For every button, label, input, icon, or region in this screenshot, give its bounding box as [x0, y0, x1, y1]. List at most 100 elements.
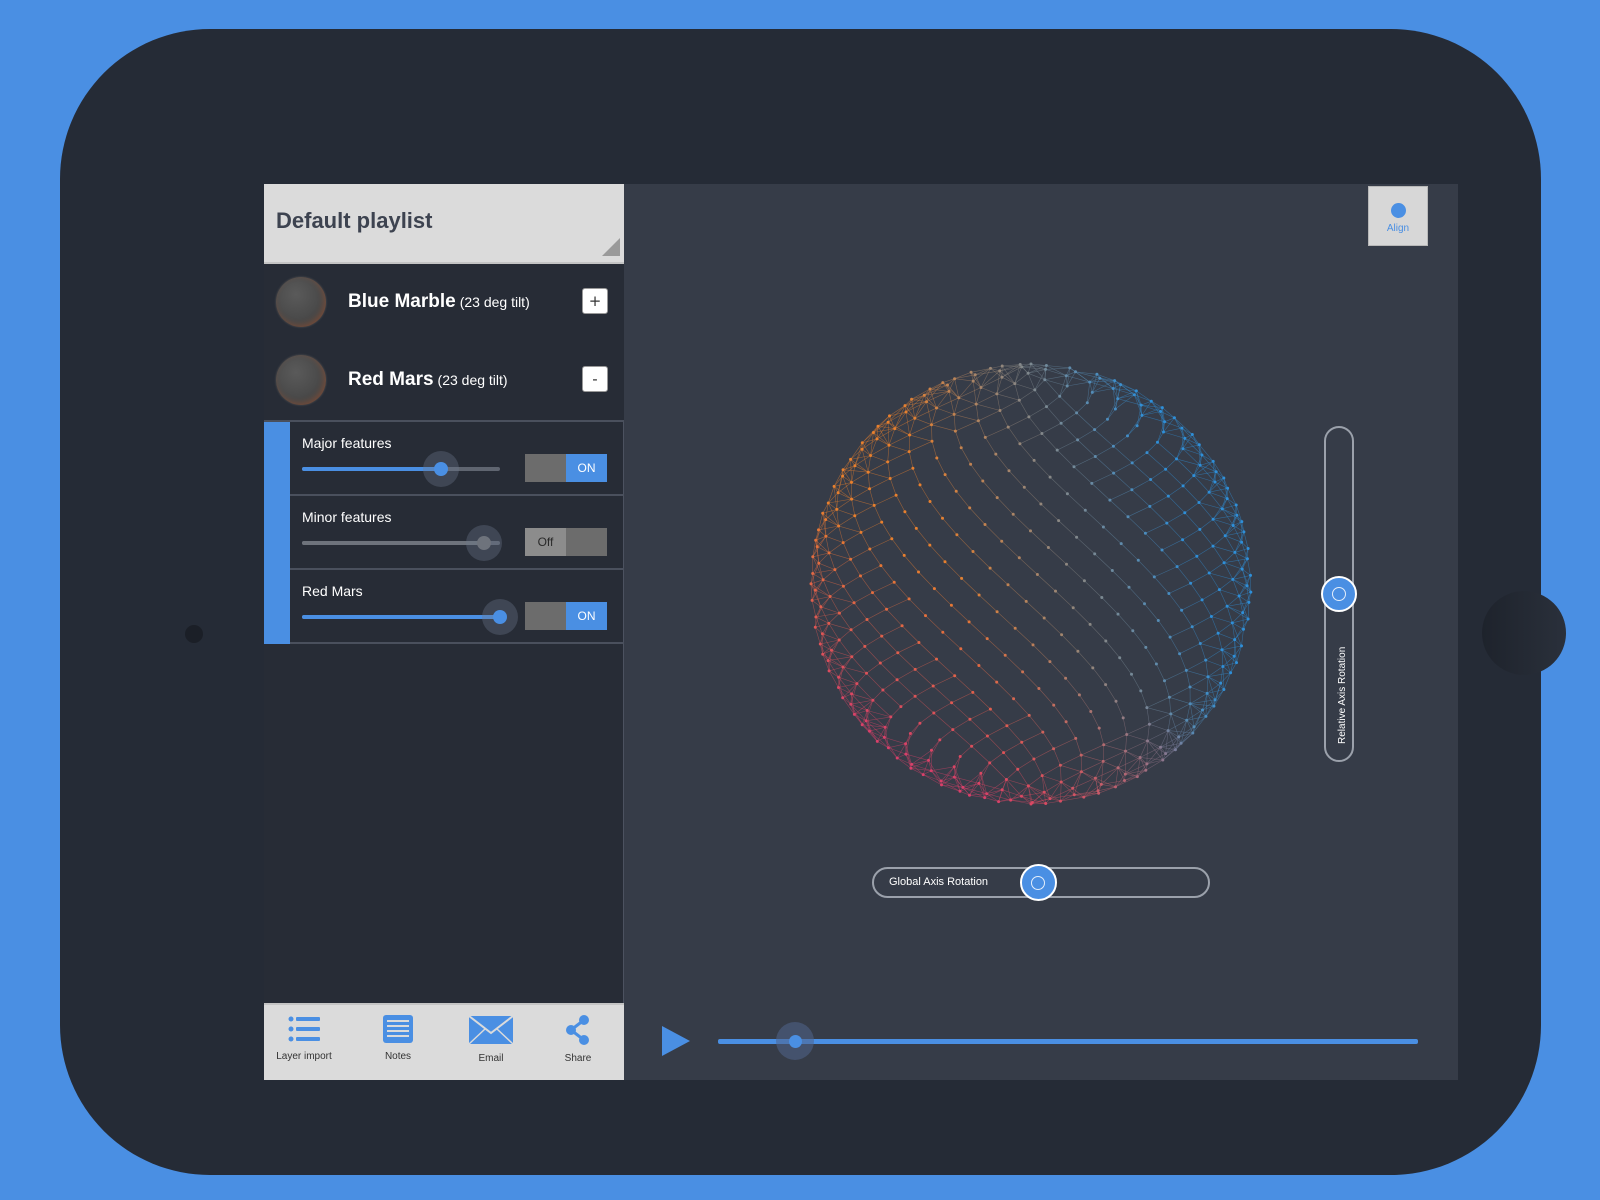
- toggle-on-segment[interactable]: [566, 528, 607, 556]
- slider-knob[interactable]: [433, 462, 448, 476]
- mesh-vertex: [852, 601, 856, 605]
- toggle-on-label[interactable]: ON: [566, 602, 607, 630]
- mesh-vertex: [941, 516, 944, 520]
- layer-import-button[interactable]: Layer import: [264, 1015, 344, 1062]
- relative-axis-knob[interactable]: [1321, 576, 1357, 612]
- mesh-vertex: [1249, 573, 1252, 577]
- mesh-vertex: [995, 680, 999, 684]
- mesh-edge: [914, 685, 934, 697]
- toolbar-label: Layer import: [276, 1051, 332, 1062]
- mesh-vertex: [1045, 405, 1048, 409]
- timeline-knob[interactable]: [789, 1035, 802, 1048]
- mesh-vertex: [1230, 621, 1234, 625]
- mesh-edge: [1158, 620, 1171, 638]
- notes-button[interactable]: Notes: [358, 1015, 438, 1062]
- share-button[interactable]: Share: [538, 1015, 618, 1064]
- mesh-vertex: [837, 611, 841, 615]
- relative-axis-rotation-slider[interactable]: Relative Axis Rotation: [1321, 426, 1357, 762]
- mesh-vertex: [1035, 573, 1039, 576]
- mesh-vertex: [1213, 480, 1217, 484]
- mesh-edge: [936, 397, 959, 409]
- mesh-edge: [1149, 506, 1168, 524]
- mesh-edge: [1044, 375, 1067, 380]
- mesh-edge: [1227, 488, 1237, 506]
- mesh-edge: [1077, 429, 1095, 441]
- mesh-edge: [1092, 667, 1106, 685]
- wireframe-globe[interactable]: [806, 359, 1256, 809]
- mesh-vertex: [895, 756, 899, 760]
- mesh-vertex: [968, 717, 972, 721]
- mesh-vertex: [813, 625, 817, 629]
- mesh-edge: [1125, 740, 1148, 752]
- mesh-vertex: [890, 537, 894, 541]
- mesh-edge: [869, 478, 891, 490]
- mesh-vertex: [1231, 524, 1235, 527]
- mesh-edge: [1179, 643, 1201, 654]
- layer-row-red-mars[interactable]: Red Mars (23 deg tilt) -: [264, 342, 624, 422]
- mesh-vertex: [922, 393, 926, 397]
- home-button[interactable]: [1482, 591, 1566, 675]
- toggle-off-segment[interactable]: [525, 602, 566, 630]
- mesh-edge: [1072, 607, 1091, 625]
- mesh-vertex: [1175, 565, 1179, 569]
- mesh-edge: [1061, 634, 1079, 652]
- mesh-vertex: [1198, 463, 1202, 467]
- opacity-slider[interactable]: [302, 599, 518, 635]
- mesh-vertex: [1059, 780, 1063, 784]
- mesh-edge: [850, 442, 863, 460]
- mesh-edge: [1168, 583, 1191, 594]
- layer-row-blue-marble[interactable]: Blue Marble (23 deg tilt) +: [264, 264, 624, 344]
- mesh-vertex: [1052, 703, 1056, 707]
- mesh-edge: [1205, 660, 1209, 677]
- play-button[interactable]: [662, 1026, 690, 1056]
- expand-button[interactable]: +: [582, 288, 608, 314]
- mesh-edge: [872, 592, 887, 610]
- toggle-off-label[interactable]: Off: [525, 528, 566, 556]
- mesh-vertex: [1072, 465, 1076, 469]
- mesh-edge: [958, 380, 974, 398]
- mesh-edge: [850, 559, 861, 577]
- mesh-vertex: [1173, 748, 1177, 752]
- mesh-vertex: [1212, 704, 1216, 708]
- visibility-toggle[interactable]: Off: [525, 528, 607, 556]
- mesh-edge: [838, 525, 862, 533]
- timeline-scrubber[interactable]: [718, 1022, 1418, 1060]
- opacity-slider[interactable]: [302, 451, 500, 487]
- mesh-vertex: [1219, 681, 1223, 685]
- mesh-edge: [1213, 689, 1225, 707]
- mesh-vertex: [1093, 455, 1097, 458]
- mesh-vertex: [1234, 503, 1238, 507]
- rotate-icon: [1332, 587, 1346, 601]
- mesh-vertex: [955, 533, 959, 537]
- mesh-vertex: [953, 377, 957, 381]
- mesh-edge: [888, 444, 910, 452]
- mesh-vertex: [821, 578, 825, 582]
- globe-viewport[interactable]: Align Relative Axis Rotation Global Axis…: [624, 184, 1458, 1080]
- mesh-edge: [905, 411, 910, 436]
- mesh-vertex: [850, 497, 854, 501]
- mesh-edge: [1154, 576, 1170, 594]
- mesh-vertex: [832, 484, 836, 488]
- collapse-button[interactable]: -: [582, 366, 608, 392]
- mesh-vertex: [1149, 399, 1153, 403]
- mesh-vertex: [1091, 666, 1095, 670]
- email-button[interactable]: Email: [451, 1015, 531, 1064]
- slider-knob[interactable]: [493, 610, 507, 624]
- mesh-vertex: [985, 637, 989, 641]
- visibility-toggle[interactable]: ON: [525, 602, 607, 630]
- mesh-edge: [1166, 512, 1185, 524]
- mesh-edge: [890, 467, 914, 479]
- global-axis-knob[interactable]: [1019, 864, 1057, 901]
- global-axis-rotation-slider[interactable]: Global Axis Rotation: [872, 864, 1210, 901]
- mesh-edge: [887, 461, 891, 479]
- mesh-edge: [1103, 750, 1126, 762]
- resize-corner-icon[interactable]: [602, 238, 620, 256]
- mesh-edge: [1219, 579, 1233, 590]
- opacity-slider[interactable]: [302, 525, 503, 561]
- mesh-vertex: [1101, 759, 1105, 763]
- visibility-toggle[interactable]: ON: [525, 454, 607, 482]
- toggle-off-segment[interactable]: [525, 454, 566, 482]
- align-button[interactable]: Align: [1368, 186, 1428, 246]
- toggle-on-label[interactable]: ON: [566, 454, 607, 482]
- playlist-header[interactable]: Default playlist: [264, 184, 624, 264]
